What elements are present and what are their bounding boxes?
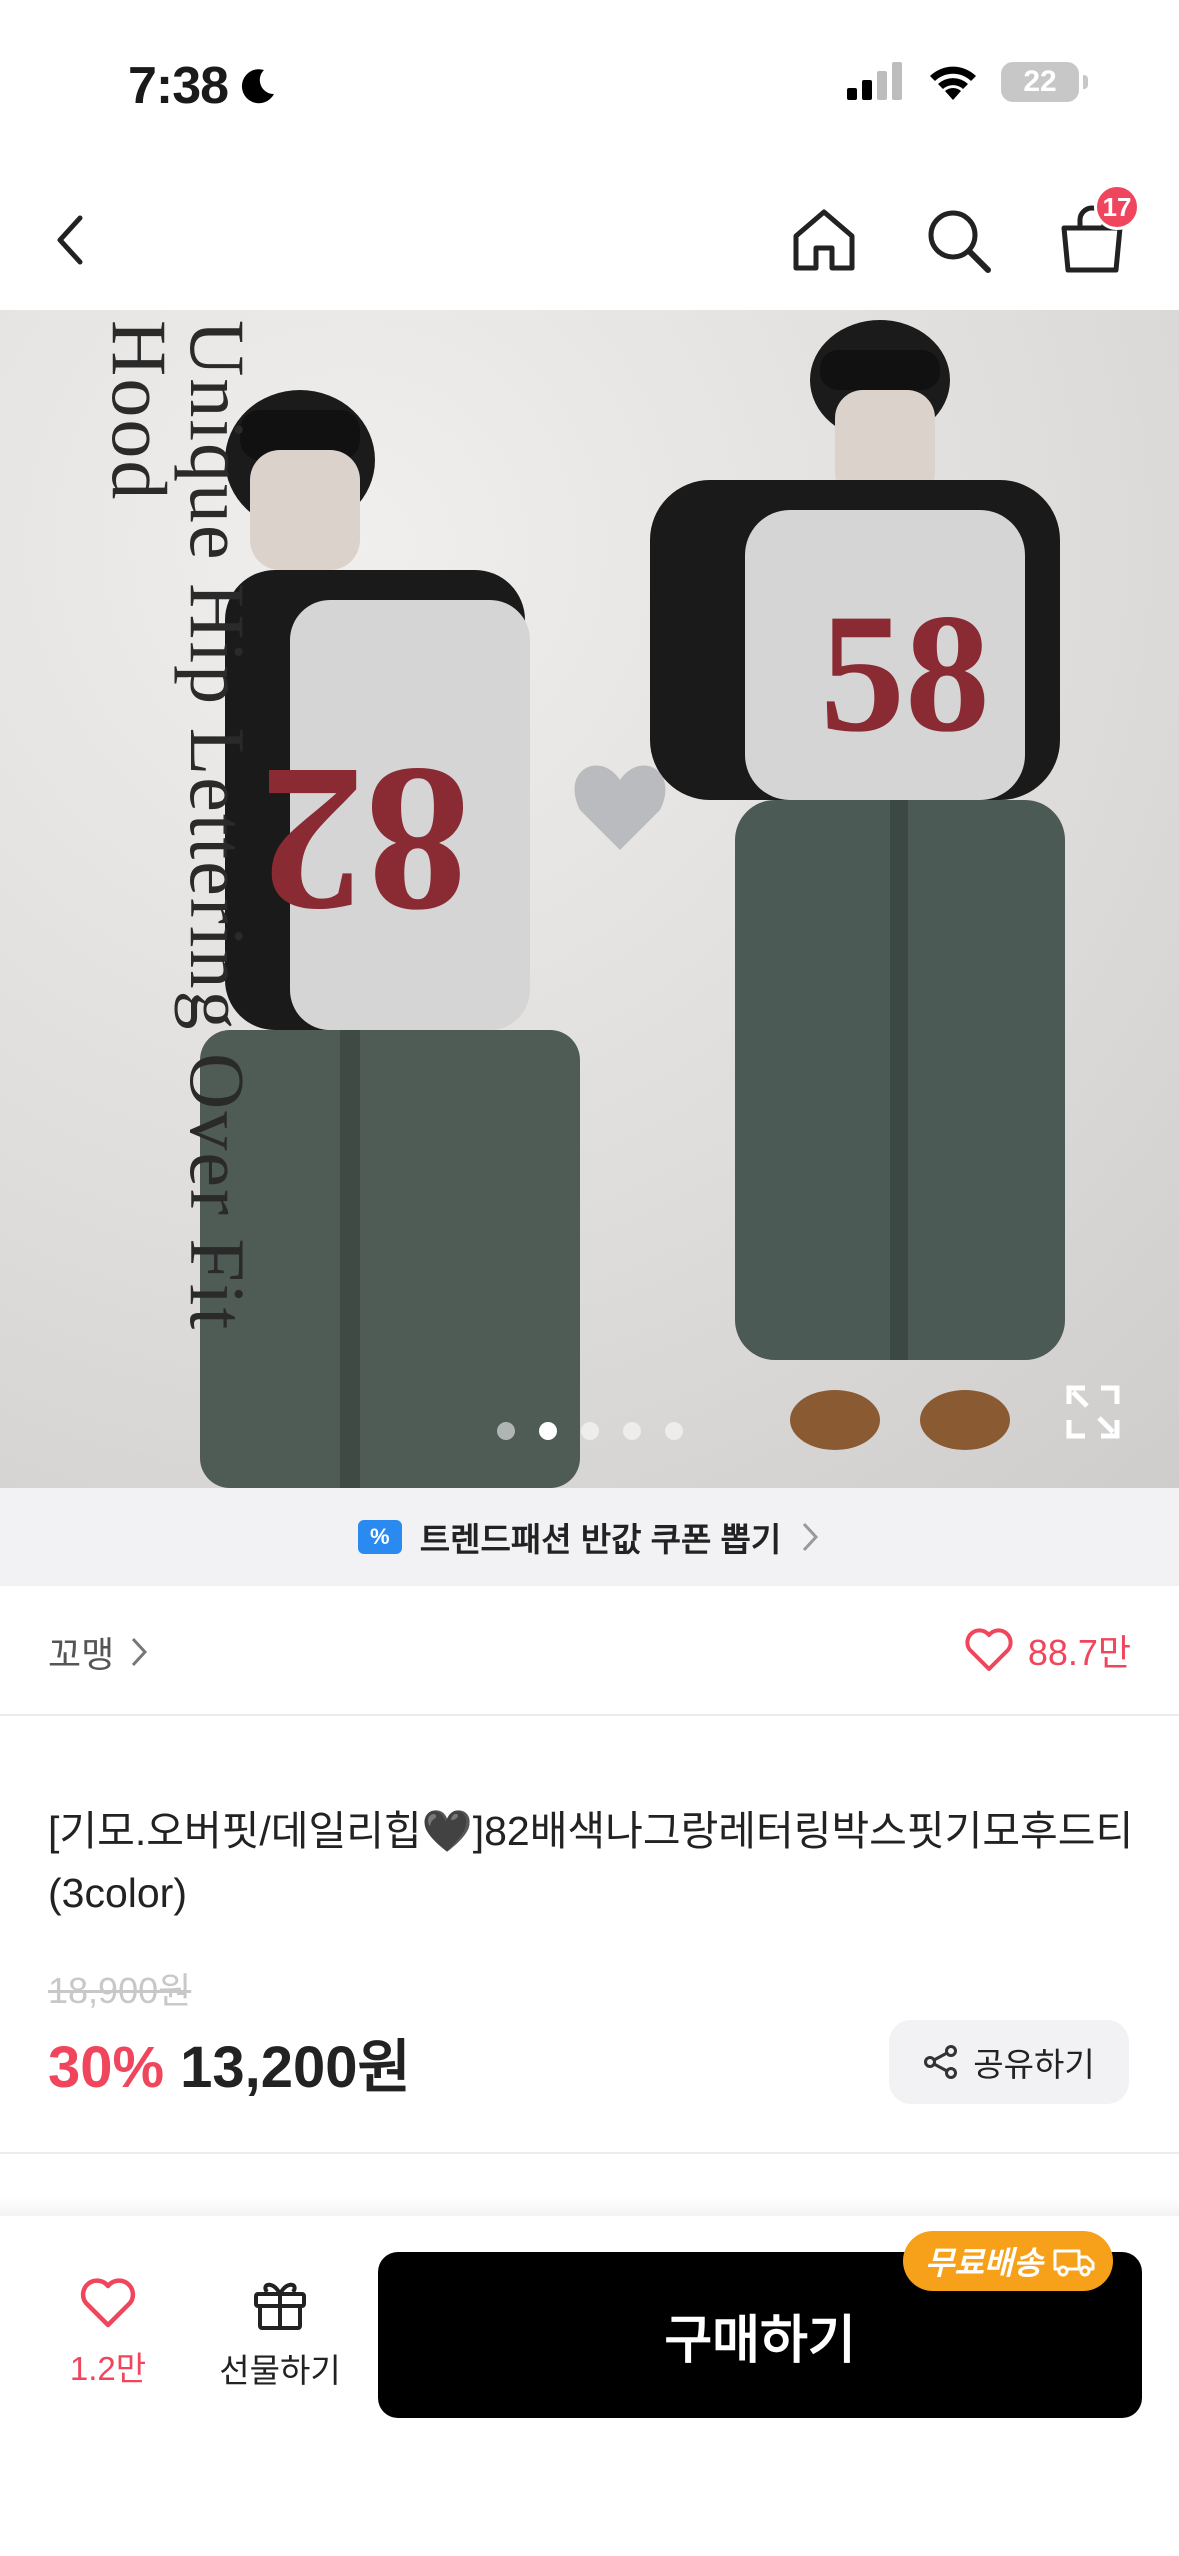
battery-indicator: 22 — [1001, 62, 1088, 102]
share-button[interactable]: 공유하기 — [889, 2020, 1129, 2104]
home-icon — [793, 209, 855, 271]
bottom-action-bar: 1.2만 선물하기 구매하기 무료배송 — [0, 2216, 1179, 2556]
shop-link[interactable]: 꼬맹 — [48, 1626, 150, 1678]
carousel-dot — [622, 1422, 641, 1440]
coupon-banner-text: 트렌드패션 반값 쿠폰 뽑기 — [419, 1521, 782, 1558]
cart-count-badge: 17 — [1094, 184, 1140, 230]
status-indicators: 22 — [847, 62, 1088, 102]
carousel-dot — [580, 1422, 599, 1440]
shop-like-button[interactable]: 88.7만 — [964, 1624, 1131, 1676]
chevron-left-icon — [57, 215, 83, 265]
wifi-icon — [930, 66, 976, 100]
heart-outline-icon — [965, 1628, 1013, 1671]
cart-button[interactable]: 17 — [1052, 184, 1140, 280]
product-image-carousel[interactable]: 82 58 Unique Hip Lettering Over Fit Hood — [0, 310, 1179, 1488]
home-button[interactable] — [784, 200, 864, 280]
truck-icon — [1053, 2249, 1095, 2277]
product-title: [기모.오버핏/데일리힙🖤]82배색나그랑레터링박스핏기모후드티(3color) — [48, 1808, 1134, 1916]
status-time-text: 7:38 — [128, 57, 229, 115]
carousel-indicator — [0, 1422, 1179, 1440]
back-button[interactable] — [30, 200, 110, 280]
top-nav-bar: 17 — [0, 170, 1179, 310]
free-shipping-badge: 무료배송 — [903, 2231, 1113, 2291]
battery-level: 22 — [1023, 65, 1057, 98]
status-time: 7:38 — [128, 56, 278, 116]
expand-icon — [1066, 1385, 1120, 1439]
shop-row: 꼬맹 88.7만 — [0, 1586, 1179, 1716]
gift-icon — [254, 2282, 306, 2330]
share-label: 공유하기 — [973, 2046, 1095, 2083]
gift-label: 선물하기 — [219, 2352, 341, 2389]
moon-icon — [241, 69, 275, 104]
section-separator — [0, 2198, 1179, 2216]
heart-outline-icon — [80, 2278, 136, 2328]
free-shipping-label: 무료배송 — [925, 2245, 1043, 2281]
gift-button[interactable]: 선물하기 — [210, 2276, 350, 2392]
search-button[interactable] — [918, 200, 998, 280]
share-icon — [924, 2045, 958, 2079]
discount-rate: 30% — [48, 2035, 165, 2100]
shop-name: 꼬맹 — [48, 1634, 115, 1675]
original-price: 18,900원 — [48, 1970, 192, 2011]
svg-text:82: 82 — [260, 724, 470, 956]
status-bar: 7:38 22 — [0, 0, 1179, 160]
shop-like-count: 88.7만 — [1027, 1632, 1131, 1673]
expand-image-button[interactable] — [1063, 1382, 1123, 1442]
sale-price: 13,200원 — [180, 2035, 411, 2100]
price-row: 30% 13,200원 — [48, 2020, 411, 2104]
carousel-dot — [664, 1422, 683, 1440]
coupon-banner[interactable]: % 트렌드패션 반값 쿠폰 뽑기 — [0, 1488, 1179, 1586]
product-image-title: Unique Hip Lettering Over Fit Hood — [96, 320, 261, 1332]
coupon-icon: % — [357, 1520, 402, 1554]
search-icon — [928, 210, 991, 273]
divider — [0, 2152, 1179, 2154]
chevron-right-icon — [132, 1637, 148, 1667]
chevron-right-icon — [803, 1522, 819, 1552]
wishlist-button[interactable]: 1.2만 — [50, 2276, 166, 2390]
cellular-signal-icon — [847, 62, 902, 100]
svg-text:58: 58 — [820, 579, 990, 767]
carousel-dot-active — [538, 1422, 557, 1440]
carousel-dot — [496, 1422, 515, 1440]
wishlist-count: 1.2만 — [69, 2350, 147, 2387]
